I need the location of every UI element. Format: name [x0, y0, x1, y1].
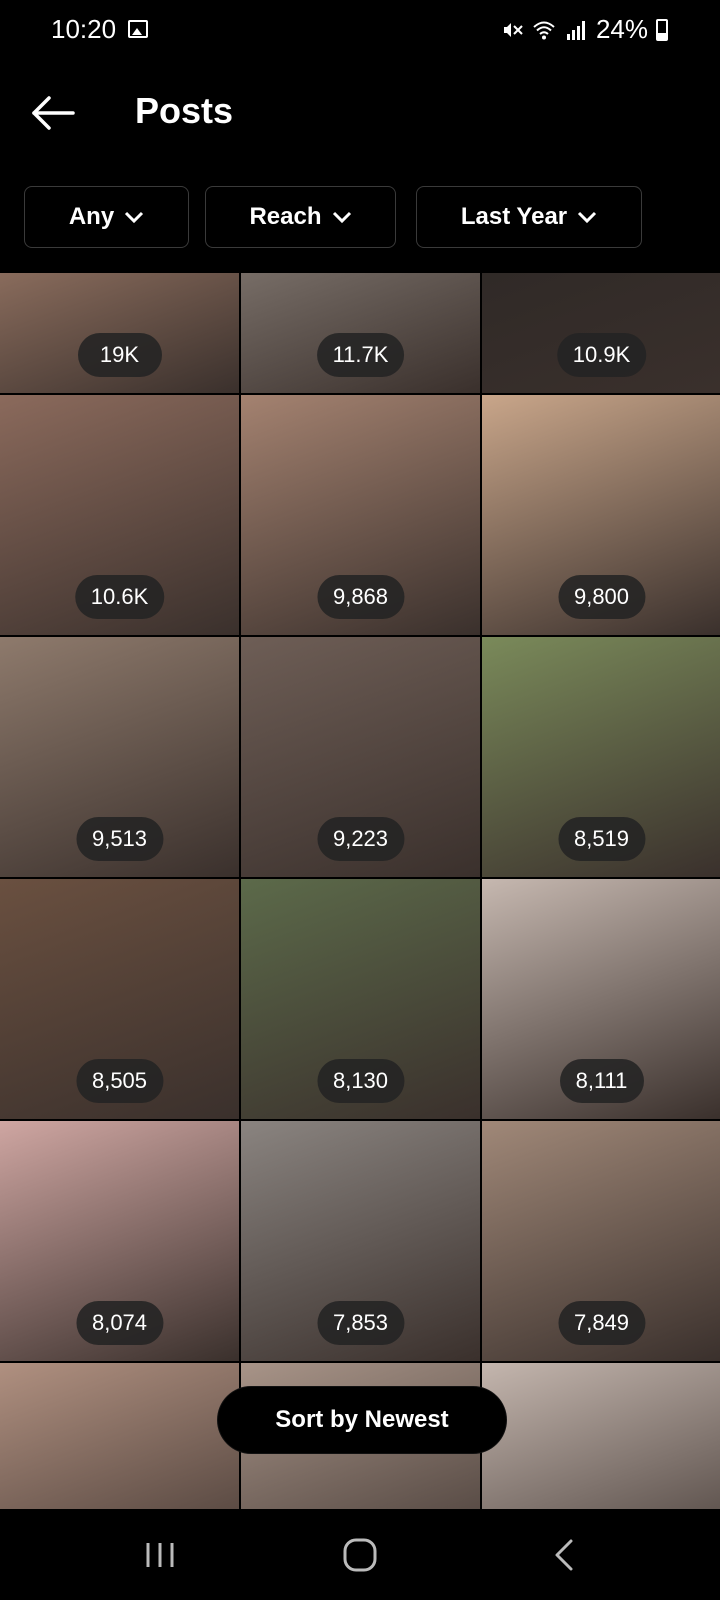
reach-count-badge: 7,853: [316, 1301, 405, 1345]
post-thumbnail[interactable]: 9,513: [0, 637, 239, 877]
chevron-down-icon: [125, 211, 144, 224]
filter-any-dropdown[interactable]: Any: [24, 186, 189, 248]
reach-count-badge: 8,519: [557, 817, 646, 861]
posts-grid: 19K 11.7K 10.9K 10.6K 9,868 9,800 9,513 9,223 8,…: [0, 273, 720, 1509]
reach-count-badge: 19K: [77, 333, 162, 377]
chevron-down-icon: [578, 211, 597, 224]
post-thumbnail[interactable]: 8,505: [0, 879, 239, 1119]
post-thumbnail[interactable]: 7,853: [241, 1121, 480, 1361]
filter-label: Last Year: [460, 203, 568, 230]
reach-count-badge: 8,111: [559, 1059, 644, 1103]
back-icon: [555, 1539, 573, 1571]
gallery-icon: [128, 20, 148, 38]
post-thumbnail[interactable]: 10.6K: [0, 395, 239, 635]
sort-by-button[interactable]: Sort by Newest: [218, 1387, 506, 1453]
signal-icon: [566, 20, 585, 40]
reach-count-badge: 10.9K: [556, 333, 647, 377]
post-thumbnail[interactable]: [0, 1363, 239, 1509]
nav-back-button[interactable]: [534, 1530, 594, 1580]
post-thumbnail[interactable]: 9,868: [241, 395, 480, 635]
filter-reach-dropdown[interactable]: Reach: [205, 186, 396, 248]
post-thumbnail[interactable]: 8,130: [241, 879, 480, 1119]
page-title: Posts: [135, 90, 234, 131]
status-icons: 24%: [500, 14, 668, 45]
post-thumbnail[interactable]: [482, 1363, 720, 1509]
post-image: [482, 1363, 720, 1509]
post-thumbnail[interactable]: 8,111: [482, 879, 720, 1119]
wifi-icon: [533, 21, 555, 39]
battery-icon: [656, 18, 668, 41]
mute-icon: [503, 22, 523, 37]
recents-icon: [146, 1543, 174, 1567]
header: Posts: [0, 62, 720, 172]
post-thumbnail[interactable]: 8,074: [0, 1121, 239, 1361]
recents-button[interactable]: [130, 1530, 190, 1580]
reach-count-badge: 9,513: [75, 817, 164, 861]
reach-count-badge: 9,223: [316, 817, 405, 861]
reach-count-badge: 10.6K: [74, 575, 165, 619]
status-bar: 10:20 24%: [0, 0, 720, 62]
post-thumbnail[interactable]: 9,800: [482, 395, 720, 635]
post-thumbnail[interactable]: 8,519: [482, 637, 720, 877]
chevron-down-icon: [332, 211, 351, 224]
reach-count-badge: 11.7K: [316, 333, 405, 377]
post-thumbnail[interactable]: 10.9K: [482, 273, 720, 393]
post-thumbnail[interactable]: 9,223: [241, 637, 480, 877]
post-thumbnail[interactable]: 19K: [0, 273, 239, 393]
back-button[interactable]: [28, 88, 78, 138]
reach-count-badge: 7,849: [557, 1301, 646, 1345]
post-thumbnail[interactable]: 7,849: [482, 1121, 720, 1361]
filter-date-dropdown[interactable]: Last Year: [416, 186, 642, 248]
status-time: 10:20: [51, 14, 117, 44]
home-icon: [343, 1538, 377, 1572]
system-nav-bar: [0, 1510, 720, 1600]
reach-count-badge: 9,868: [316, 575, 405, 619]
home-button[interactable]: [330, 1530, 390, 1580]
post-image: [0, 1363, 239, 1509]
post-thumbnail[interactable]: 11.7K: [241, 273, 480, 393]
reach-count-badge: 8,074: [75, 1301, 164, 1345]
reach-count-badge: 9,800: [557, 575, 646, 619]
back-arrow-icon: [32, 96, 75, 130]
reach-count-badge: 8,505: [75, 1059, 164, 1103]
filter-label: Reach: [249, 203, 322, 230]
reach-count-badge: 8,130: [316, 1059, 405, 1103]
filter-label: Any: [68, 203, 115, 230]
battery-percent: 24%: [595, 14, 648, 44]
